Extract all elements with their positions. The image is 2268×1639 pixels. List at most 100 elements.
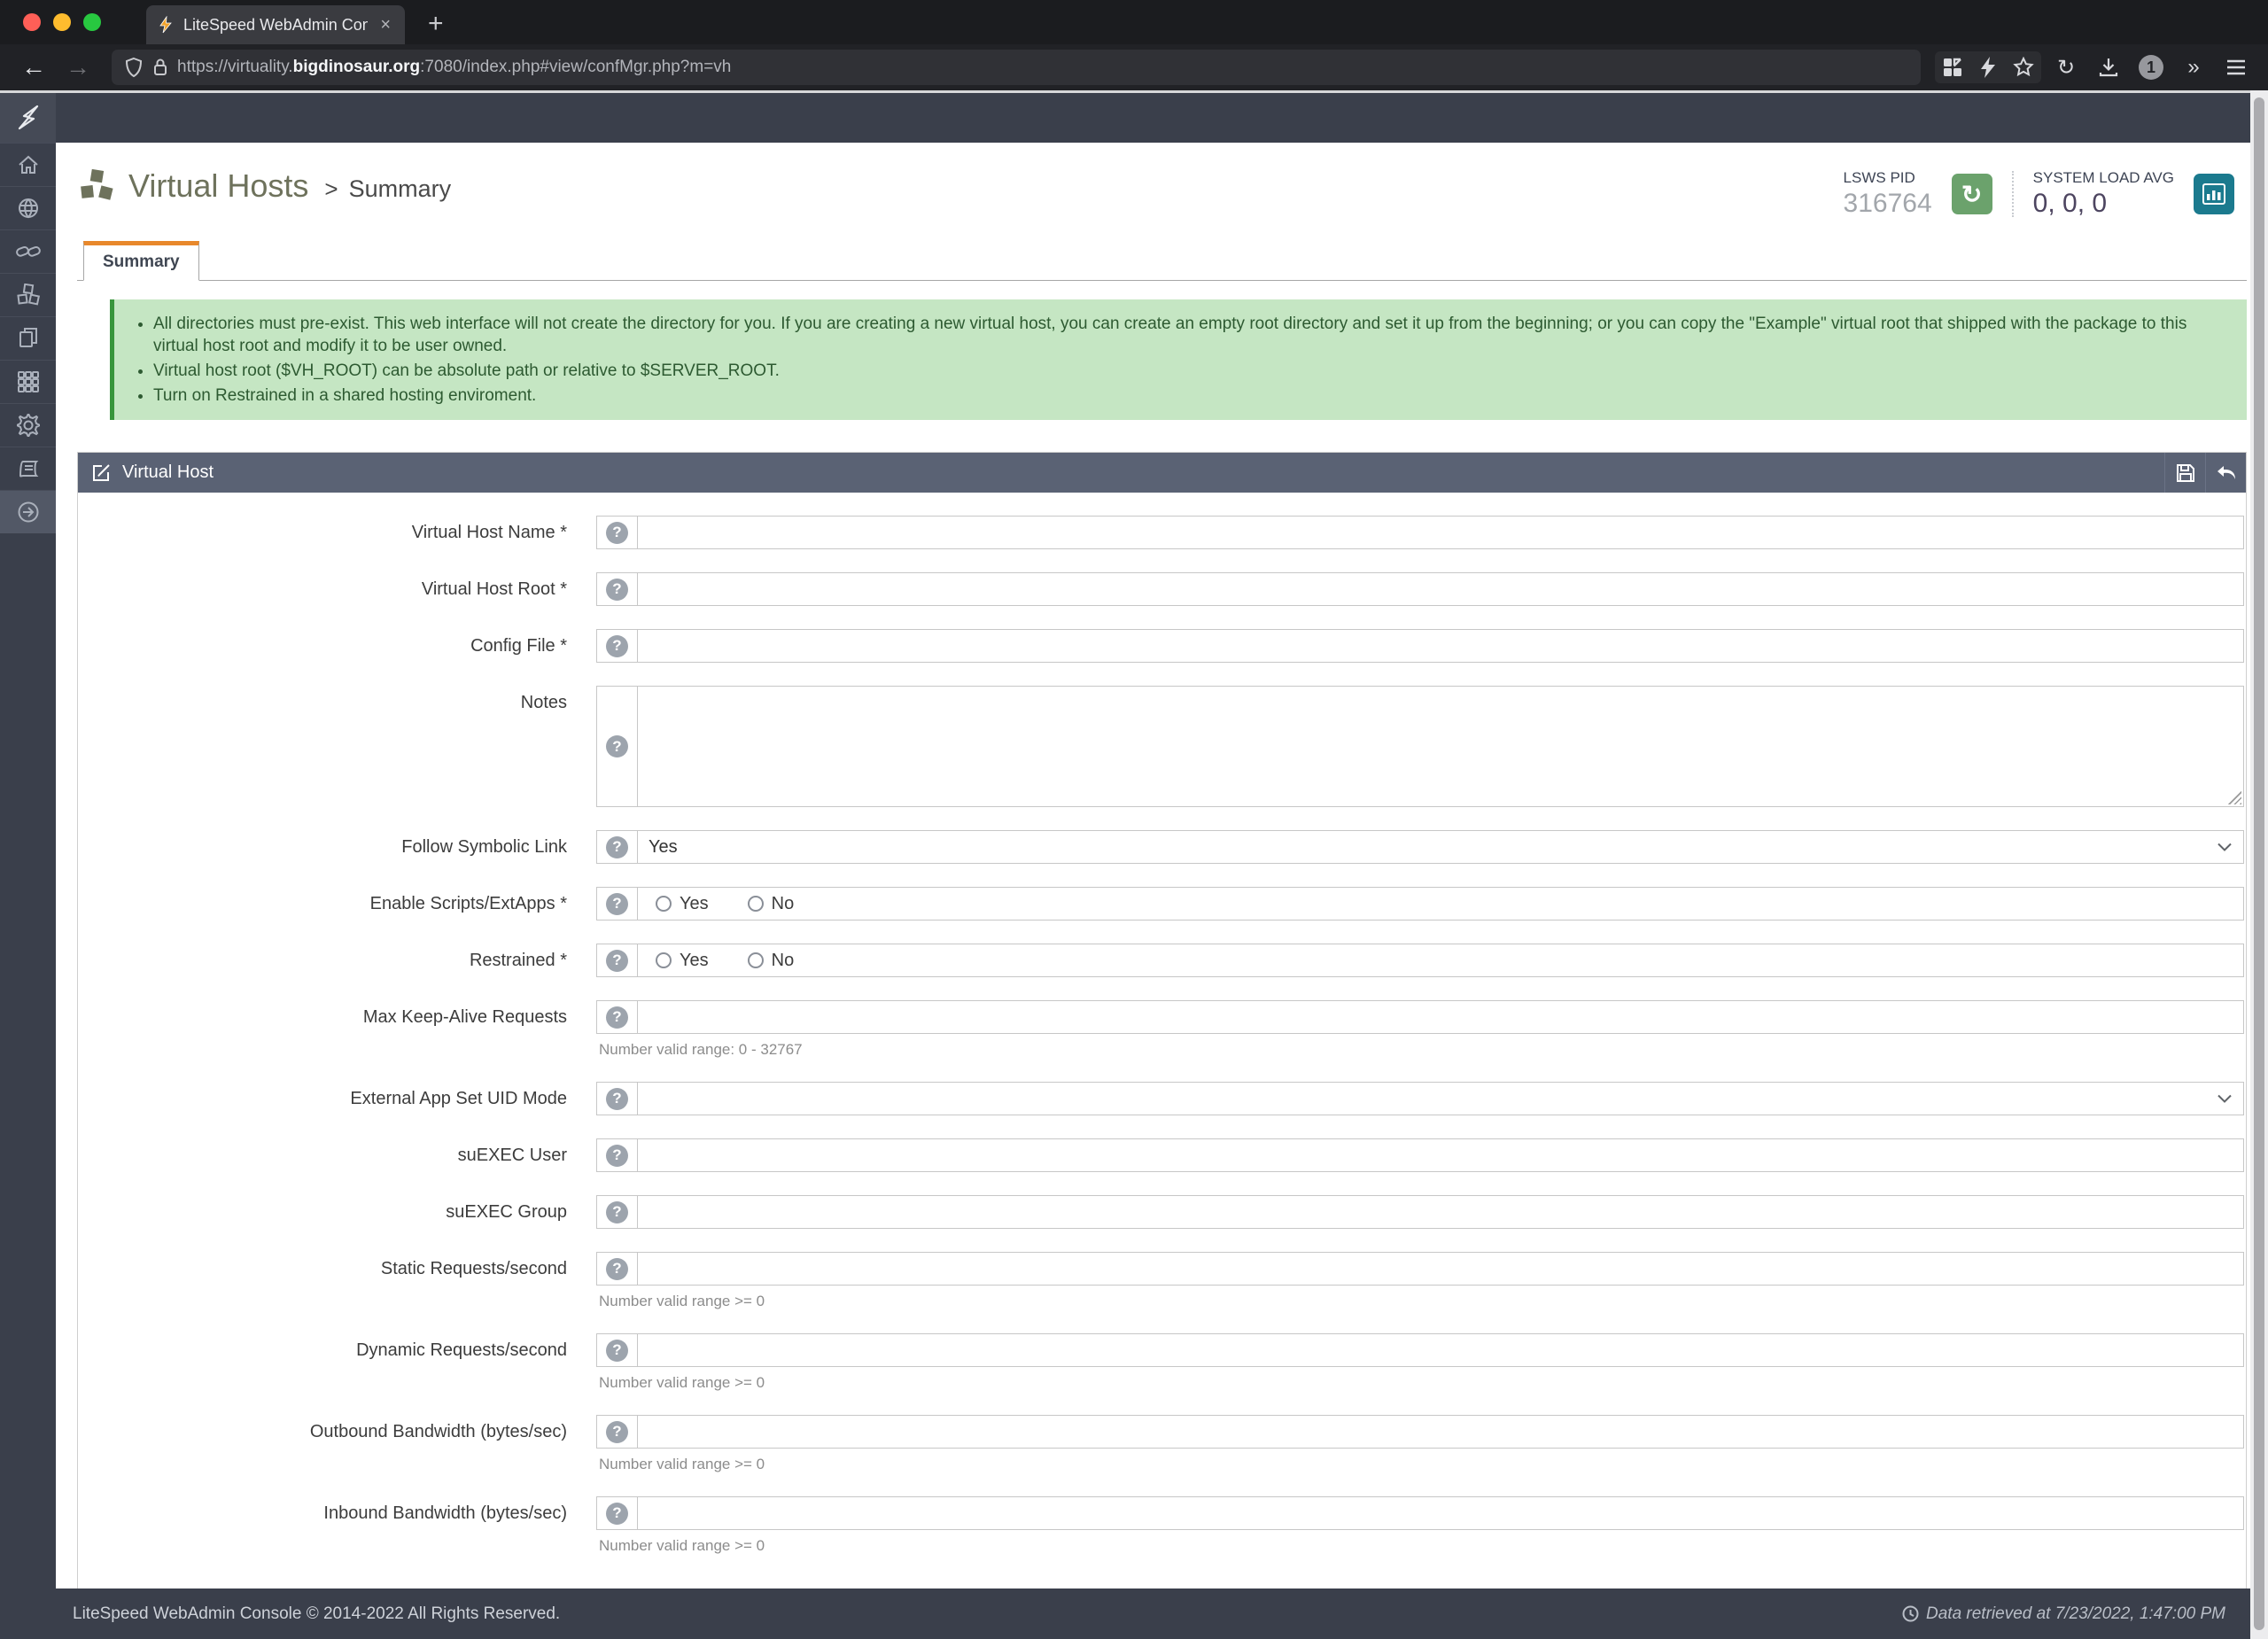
help-icon[interactable]: ? xyxy=(606,1503,628,1525)
window-zoom-button[interactable] xyxy=(83,13,101,31)
help-cell: ? xyxy=(597,630,638,662)
field-box: ? xyxy=(596,1415,2244,1449)
select-dropdown[interactable]: Yes xyxy=(638,831,2243,863)
help-icon[interactable]: ? xyxy=(606,893,628,915)
litespeed-logo-icon[interactable] xyxy=(0,93,56,143)
text-input[interactable] xyxy=(638,1416,2243,1448)
radio-option[interactable]: Yes xyxy=(656,951,709,971)
radio-option[interactable]: Yes xyxy=(656,894,709,914)
field-label: suEXEC User xyxy=(78,1138,567,1172)
stats-chart-button[interactable] xyxy=(2194,174,2234,214)
help-icon[interactable]: ? xyxy=(606,950,628,972)
info-notice: All directories must pre-exist. This web… xyxy=(110,299,2247,420)
select-dropdown[interactable] xyxy=(638,1083,2243,1115)
window-controls[interactable] xyxy=(23,13,101,31)
sidebar-item-logout-arrow[interactable] xyxy=(0,490,56,533)
sidebar-item-apps-grid[interactable] xyxy=(0,360,56,403)
panel-title: Virtual Host xyxy=(122,462,214,483)
help-icon[interactable]: ? xyxy=(606,1088,628,1110)
help-icon[interactable]: ? xyxy=(606,1340,628,1362)
form-row: Inbound Bandwidth (bytes/sec)?Number val… xyxy=(78,1496,2246,1555)
help-icon[interactable]: ? xyxy=(606,1145,628,1167)
tab-close-icon[interactable]: × xyxy=(377,15,394,35)
bookmark-star-icon[interactable] xyxy=(2006,51,2041,83)
field-hint: Number valid range >= 0 xyxy=(599,1374,2244,1392)
help-cell: ? xyxy=(597,687,638,806)
browser-tab-bar: LiteSpeed WebAdmin Console × + xyxy=(0,0,2268,44)
forward-button[interactable]: → xyxy=(58,53,97,82)
sidebar-item-templates-copy[interactable] xyxy=(0,316,56,360)
radio-option[interactable]: No xyxy=(748,894,795,914)
overflow-chevrons-icon[interactable]: » xyxy=(2176,51,2211,83)
sidebar-item-settings-gear[interactable] xyxy=(0,403,56,447)
breadcrumb-separator: > xyxy=(324,175,338,203)
window-minimize-button[interactable] xyxy=(53,13,71,31)
help-icon[interactable]: ? xyxy=(606,735,628,757)
back-button[interactable]: ← xyxy=(14,53,53,82)
form-row: Follow Symbolic Link?Yes xyxy=(78,830,2246,864)
radio-circle-icon[interactable] xyxy=(656,896,672,912)
chevron-down-icon xyxy=(2217,1094,2233,1104)
url-text[interactable]: https://virtuality.bigdinosaur.org:7080/… xyxy=(177,58,731,77)
form-row: Static Requests/second?Number valid rang… xyxy=(78,1252,2246,1310)
help-icon[interactable]: ? xyxy=(606,579,628,601)
sidebar-item-home[interactable] xyxy=(0,143,56,186)
sidebar-item-docs-book[interactable] xyxy=(0,447,56,490)
help-icon[interactable]: ? xyxy=(606,1201,628,1223)
text-input[interactable] xyxy=(638,1334,2243,1366)
window-close-button[interactable] xyxy=(23,13,41,31)
field-label: Dynamic Requests/second xyxy=(78,1333,567,1367)
help-cell: ? xyxy=(597,1196,638,1228)
notes-textarea[interactable] xyxy=(638,687,2243,806)
field-label: suEXEC Group xyxy=(78,1195,567,1229)
text-input[interactable] xyxy=(638,1497,2243,1529)
sidebar-item-globe[interactable] xyxy=(0,186,56,229)
menu-hamburger-icon[interactable] xyxy=(2218,51,2254,83)
lock-icon[interactable] xyxy=(152,57,168,78)
field-box: ? xyxy=(596,1195,2244,1229)
sidebar-item-listeners-link[interactable] xyxy=(0,229,56,273)
password-extension-badge-icon[interactable]: 1 xyxy=(2133,51,2169,83)
scrollbar-thumb[interactable] xyxy=(2254,97,2264,1630)
field-label: Enable Scripts/ExtApps * xyxy=(78,887,567,920)
radio-option[interactable]: No xyxy=(748,951,795,971)
tab-summary[interactable]: Summary xyxy=(83,241,199,281)
page-scrollbar[interactable] xyxy=(2250,90,2268,1639)
field-box: ? xyxy=(596,516,2244,549)
help-icon[interactable]: ? xyxy=(606,1421,628,1443)
form-row: Enable Scripts/ExtApps *? Yes No xyxy=(78,887,2246,920)
text-input[interactable] xyxy=(638,1196,2243,1228)
downloads-icon[interactable] xyxy=(2091,51,2126,83)
help-icon[interactable]: ? xyxy=(606,635,628,657)
url-bar[interactable]: https://virtuality.bigdinosaur.org:7080/… xyxy=(112,50,1921,85)
text-input[interactable] xyxy=(638,517,2243,548)
text-input[interactable] xyxy=(638,630,2243,662)
save-floppy-icon xyxy=(2175,462,2196,484)
reload-icon[interactable]: ↻ xyxy=(2048,51,2084,83)
sidebar-item-virtual-hosts-cubes[interactable] xyxy=(0,273,56,316)
help-icon[interactable]: ? xyxy=(606,522,628,544)
panel-header: Virtual Host xyxy=(78,453,2246,493)
radio-circle-icon[interactable] xyxy=(748,952,764,968)
text-input[interactable] xyxy=(638,1139,2243,1171)
tab-tiling-extension-icon[interactable] xyxy=(1935,51,1970,83)
virtual-hosts-cubes-icon xyxy=(77,167,118,205)
radio-circle-icon[interactable] xyxy=(748,896,764,912)
browser-tab[interactable]: LiteSpeed WebAdmin Console × xyxy=(146,5,405,44)
text-input[interactable] xyxy=(638,573,2243,605)
back-undo-button[interactable] xyxy=(2205,453,2246,493)
save-button[interactable] xyxy=(2164,453,2205,493)
radio-circle-icon[interactable] xyxy=(656,952,672,968)
form-row: Virtual Host Name *? xyxy=(78,516,2246,549)
help-icon[interactable]: ? xyxy=(606,1258,628,1280)
help-icon[interactable]: ? xyxy=(606,836,628,858)
text-input[interactable] xyxy=(638,1001,2243,1033)
radio-label: No xyxy=(772,894,795,914)
text-input[interactable] xyxy=(638,1253,2243,1285)
help-icon[interactable]: ? xyxy=(606,1006,628,1029)
tracking-shield-icon[interactable] xyxy=(124,57,144,78)
tab-strip: Summary xyxy=(77,240,2247,281)
new-tab-button[interactable]: + xyxy=(428,11,444,37)
lightning-extension-icon[interactable] xyxy=(1970,51,2006,83)
restart-server-button[interactable]: ↻ xyxy=(1952,174,1992,214)
